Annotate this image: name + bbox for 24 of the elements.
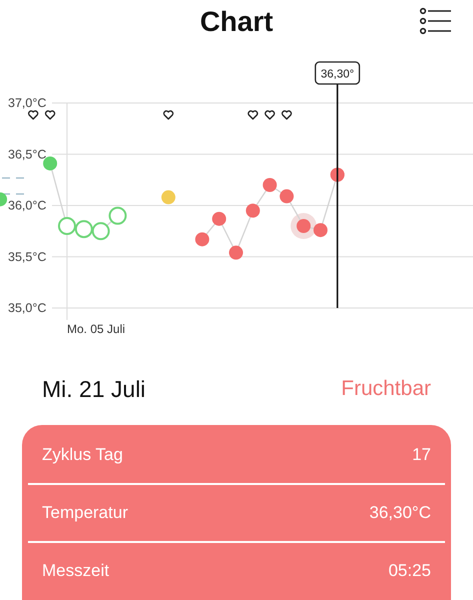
heart-icon	[248, 110, 258, 120]
heart-icon	[282, 110, 292, 120]
heart-icon	[163, 110, 174, 120]
menu-icon	[419, 6, 453, 36]
detail-value: 36,30°C	[369, 503, 431, 523]
detail-value: 05:25	[388, 561, 431, 581]
axis-label: 35,0°C	[8, 301, 46, 315]
value-tooltip: 36,30°	[314, 61, 360, 85]
heart-icon	[264, 110, 275, 120]
axis-label: 35,5°C	[8, 250, 46, 264]
heart-icon	[28, 110, 38, 120]
detail-label: Temperatur	[42, 503, 128, 523]
axis-label: 37,0°C	[8, 96, 46, 110]
axis-label: 36,0°C	[8, 198, 46, 212]
page-title: Chart	[200, 5, 274, 39]
heart-icon	[44, 110, 56, 120]
selected-date: Mi. 21 Juli	[42, 376, 146, 402]
detail-label: Zyklus Tag	[42, 445, 123, 465]
cycle-status: Fruchtbar	[341, 377, 431, 401]
detail-label: Messzeit	[42, 561, 110, 581]
menu-button[interactable]	[419, 6, 453, 36]
axis-label: Mo. 05 Juli	[67, 322, 126, 336]
detail-value: 17	[412, 445, 431, 465]
axis-label: 36,5°C	[8, 147, 46, 162]
